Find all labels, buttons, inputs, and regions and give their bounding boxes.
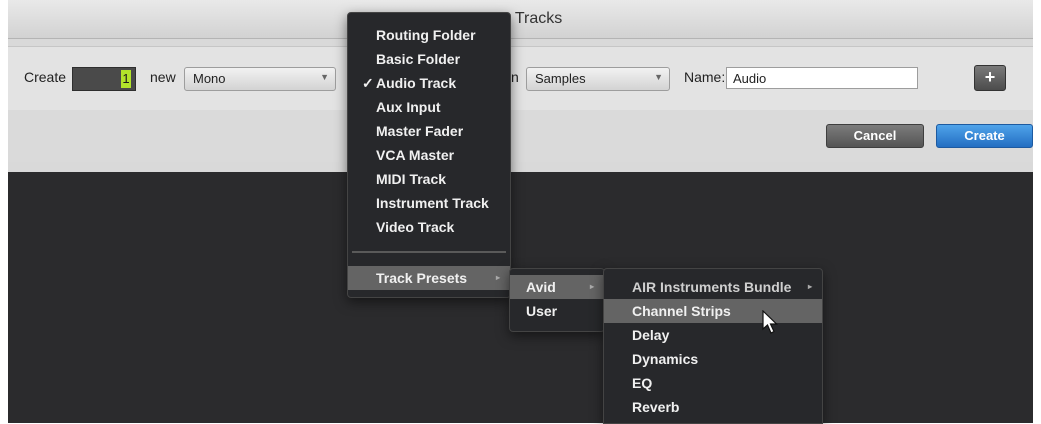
menu-item-aux-input[interactable]: Aux Input	[348, 95, 510, 119]
menu-item-master-fader[interactable]: Master Fader	[348, 119, 510, 143]
presets-submenu: Avid ▸ User	[509, 268, 605, 332]
new-label: new	[150, 69, 176, 85]
dialog-titlebar: New Tracks	[8, 0, 1033, 39]
channel-format-value: Mono	[193, 71, 226, 86]
dialog-title: New Tracks	[478, 10, 563, 27]
menu-item-audio-track[interactable]: ✓ Audio Track	[348, 71, 510, 95]
menu-item-basic-folder[interactable]: Basic Folder	[348, 47, 510, 71]
chevron-down-icon: ▼	[654, 72, 663, 82]
menu-item-channel-strips[interactable]: Channel Strips	[604, 299, 822, 323]
name-label: Name:	[684, 69, 726, 85]
menu-item-delay[interactable]: Delay	[604, 323, 822, 347]
track-count-value: 1	[121, 70, 131, 88]
timebase-label: n	[511, 69, 519, 85]
submenu-arrow-icon: ▸	[808, 282, 813, 291]
menu-item-video-track[interactable]: Video Track	[348, 215, 510, 239]
new-tracks-dialog: New Tracks Create 1 new Mono ▼ n Samples…	[8, 0, 1033, 172]
menu-item-air-instruments-bundle[interactable]: AIR Instruments Bundle ▸	[604, 275, 822, 299]
left-margin	[0, 0, 8, 423]
channel-format-select[interactable]: Mono ▼	[184, 67, 336, 91]
menu-item-eq[interactable]: EQ	[604, 371, 822, 395]
menu-item-dynamics[interactable]: Dynamics	[604, 347, 822, 371]
chevron-down-icon: ▼	[320, 72, 329, 82]
submenu-arrow-icon: ▸	[590, 282, 595, 291]
menu-item-user[interactable]: User	[510, 299, 604, 323]
track-count-field[interactable]: 1	[72, 67, 136, 91]
checkmark-icon: ✓	[362, 75, 374, 91]
cancel-button[interactable]: Cancel	[826, 124, 924, 148]
menu-item-track-presets[interactable]: Track Presets ▸	[348, 266, 510, 290]
create-button[interactable]: Create	[936, 124, 1033, 148]
mouse-pointer-icon	[762, 310, 778, 334]
create-label: Create	[24, 69, 67, 85]
menu-item-vca-master[interactable]: VCA Master	[348, 143, 510, 167]
track-type-menu: Routing Folder Basic Folder ✓ Audio Track…	[347, 12, 511, 298]
add-row-button[interactable]: +	[974, 65, 1006, 91]
submenu-arrow-icon: ▸	[496, 273, 501, 282]
avid-presets-submenu: AIR Instruments Bundle ▸ Channel Strips D…	[603, 268, 823, 424]
menu-separator	[352, 251, 506, 253]
menu-item-reverb[interactable]: Reverb	[604, 395, 822, 419]
right-margin	[1033, 0, 1041, 423]
track-options-row: Create 1 new Mono ▼ n Samples ▼ Name: +	[8, 46, 1033, 112]
menu-item-instrument-track[interactable]: Instrument Track	[348, 191, 510, 215]
menu-item-routing-folder[interactable]: Routing Folder	[348, 23, 510, 47]
menu-item-midi-track[interactable]: MIDI Track	[348, 167, 510, 191]
timebase-select[interactable]: Samples ▼	[526, 67, 670, 91]
timebase-value: Samples	[535, 71, 586, 86]
menu-item-avid[interactable]: Avid ▸	[510, 275, 604, 299]
track-name-input[interactable]	[726, 67, 918, 89]
dialog-button-row: Cancel Create	[8, 110, 1033, 162]
